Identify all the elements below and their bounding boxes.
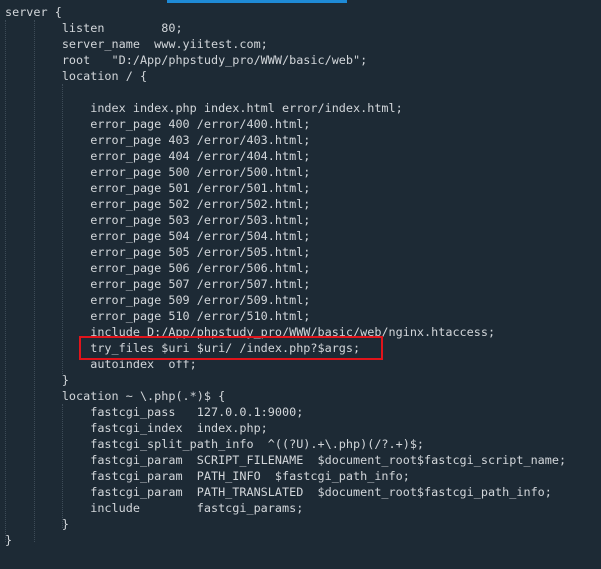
code-line[interactable]: error_page 509 /error/509.html; xyxy=(5,292,566,308)
code-line[interactable]: error_page 510 /error/510.html; xyxy=(5,308,566,324)
code-line[interactable]: error_page 505 /error/505.html; xyxy=(5,244,566,260)
code-line[interactable]: error_page 501 /error/501.html; xyxy=(5,180,566,196)
code-line[interactable]: error_page 404 /error/404.html; xyxy=(5,148,566,164)
code-line[interactable]: error_page 400 /error/400.html; xyxy=(5,116,566,132)
code-line[interactable]: fastcgi_param PATH_TRANSLATED $document_… xyxy=(5,484,566,500)
code-line[interactable]: error_page 506 /error/506.html; xyxy=(5,260,566,276)
code-line[interactable]: error_page 507 /error/507.html; xyxy=(5,276,566,292)
code-line[interactable]: error_page 503 /error/503.html; xyxy=(5,212,566,228)
code-line[interactable]: fastcgi_param SCRIPT_FILENAME $document_… xyxy=(5,452,566,468)
code-line[interactable]: index index.php index.html error/index.h… xyxy=(5,100,566,116)
active-tab-indicator xyxy=(167,0,347,3)
code-line[interactable]: fastcgi_index index.php; xyxy=(5,420,566,436)
code-line[interactable]: error_page 502 /error/502.html; xyxy=(5,196,566,212)
code-line[interactable]: include fastcgi_params; xyxy=(5,500,566,516)
code-line[interactable]: } xyxy=(5,532,566,548)
code-line[interactable]: server { xyxy=(5,4,566,20)
code-editor[interactable]: server { listen 80; server_name www.yiit… xyxy=(5,4,566,548)
code-line[interactable]: listen 80; xyxy=(5,20,566,36)
code-line[interactable]: error_page 403 /error/403.html; xyxy=(5,132,566,148)
code-line[interactable]: error_page 500 /error/500.html; xyxy=(5,164,566,180)
code-line[interactable]: location / { xyxy=(5,68,566,84)
code-line[interactable]: fastcgi_pass 127.0.0.1:9000; xyxy=(5,404,566,420)
code-line[interactable]: location ~ \.php(.*)$ { xyxy=(5,388,566,404)
code-line[interactable]: } xyxy=(5,516,566,532)
code-line[interactable]: } xyxy=(5,372,566,388)
highlight-box xyxy=(79,336,383,360)
code-line[interactable]: error_page 504 /error/504.html; xyxy=(5,228,566,244)
code-line[interactable]: server_name www.yiitest.com; xyxy=(5,36,566,52)
code-line[interactable]: fastcgi_param PATH_INFO $fastcgi_path_in… xyxy=(5,468,566,484)
code-line[interactable] xyxy=(5,84,566,100)
code-line[interactable]: fastcgi_split_path_info ^((?U).+\.php)(/… xyxy=(5,436,566,452)
code-line[interactable]: root "D:/App/phpstudy_pro/WWW/basic/web"… xyxy=(5,52,566,68)
